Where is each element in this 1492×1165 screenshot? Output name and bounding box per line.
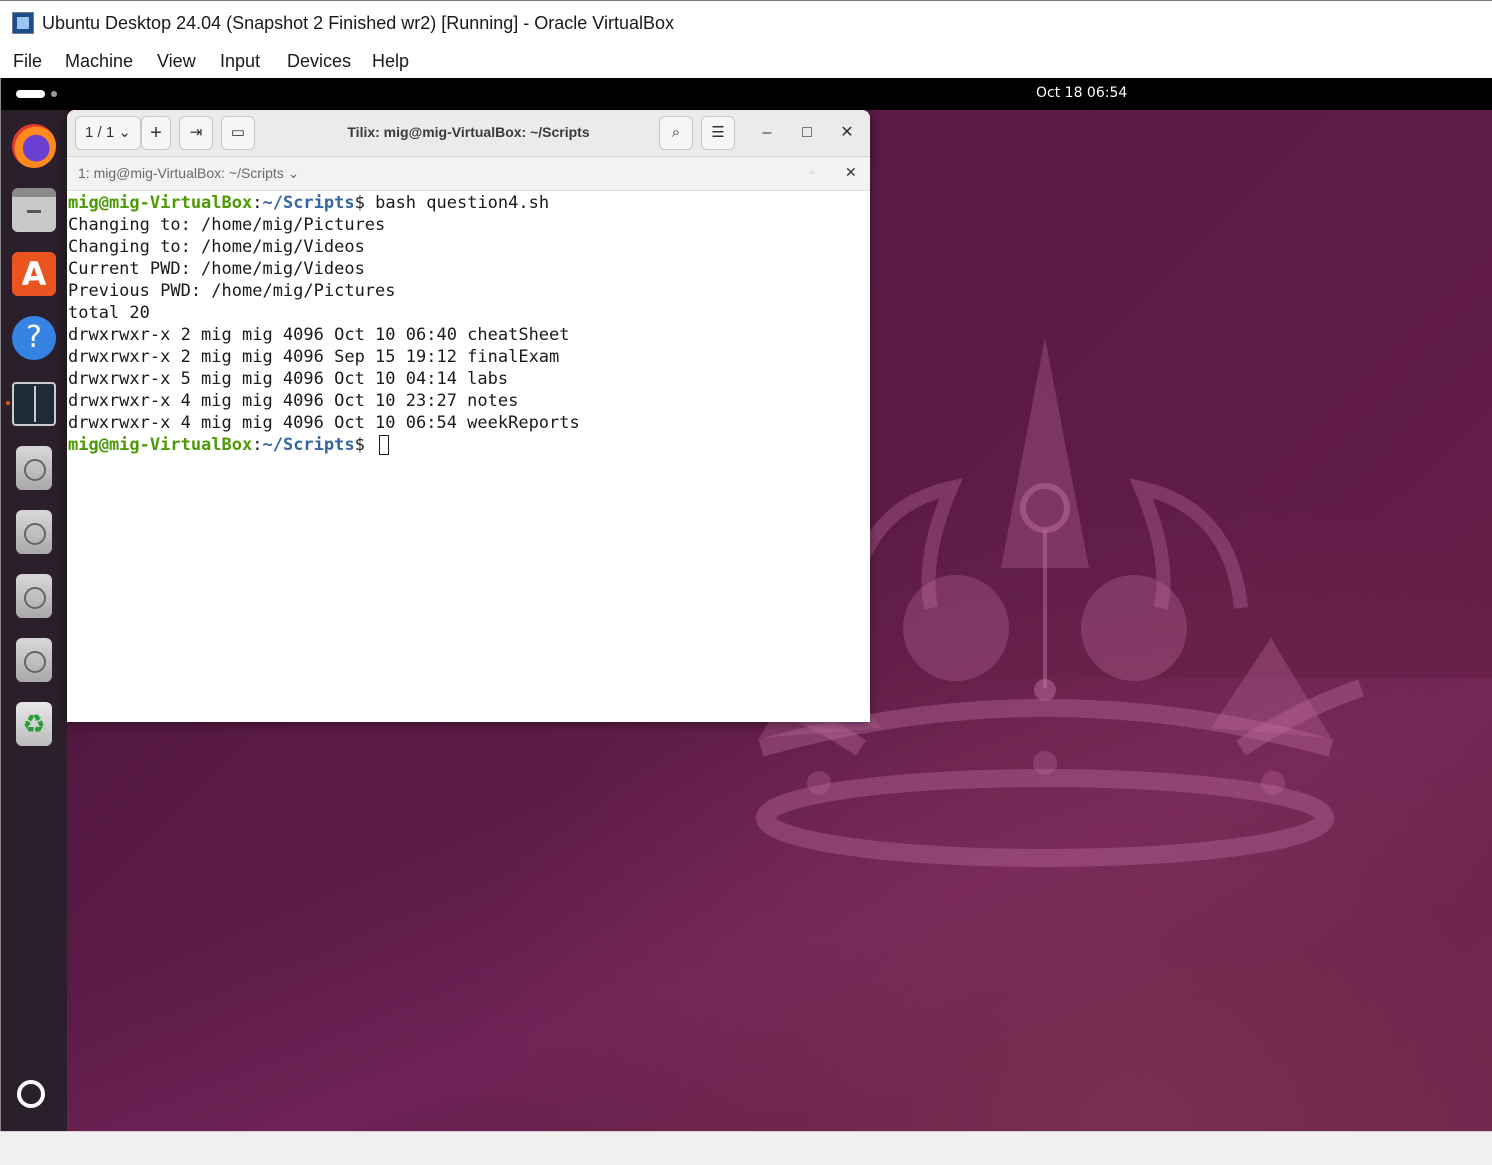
chevron-down-icon: ⌄ [118,124,131,141]
disc-icon[interactable] [16,574,52,618]
output-line: drwxrwxr-x 4 mig mig 4096 Oct 10 06:54 w… [68,413,580,433]
tilix-headerbar: 1 / 1 ⌄ + ⇥ ▭ Tilix: mig@mig-VirtualBox:… [67,110,870,157]
text-cursor [379,435,390,455]
output-line: Previous PWD: /home/mig/Pictures [68,281,396,301]
disc-icon[interactable] [16,446,52,490]
menu-file[interactable]: File [13,51,42,72]
terminal-icon[interactable] [12,382,56,426]
terminal-maximize-icon[interactable]: ▫ [810,165,814,179]
menu-view[interactable]: View [157,51,196,72]
command-line: mig@mig-VirtualBox:~/Scripts$ bash quest… [68,193,550,213]
disc-icon[interactable] [16,638,52,682]
workspace-dot[interactable] [51,91,57,97]
split-down-icon[interactable]: ▭ [221,116,255,150]
prompt-path: ~/Scripts [262,435,355,455]
guest-screen[interactable]: Oct 18 06:54 A ? ♻ 1 / 1 ⌄ + ⇥ ▭ Tilix: … [1,78,1492,1131]
running-indicator [6,401,10,405]
menu-help[interactable]: Help [372,51,409,72]
menu-devices[interactable]: Devices [287,51,351,72]
output-line: total 20 [68,303,150,323]
terminal-titlebar: 1: mig@mig-VirtualBox: ~/Scripts ⌄ ▫ ✕ [67,157,870,191]
output-line: drwxrwxr-x 4 mig mig 4096 Oct 10 23:27 n… [68,391,519,411]
output-line: drwxrwxr-x 2 mig mig 4096 Sep 15 19:12 f… [68,347,560,367]
app-center-icon[interactable]: A [12,252,56,296]
prompt-suffix: $ [354,435,376,455]
help-icon[interactable]: ? [12,316,56,360]
activities-indicator[interactable] [16,90,45,98]
minimize-button[interactable]: – [756,122,778,144]
terminal-title[interactable]: 1: mig@mig-VirtualBox: ~/Scripts ⌄ [78,165,299,182]
add-session-button[interactable]: + [141,116,171,150]
virtualbox-icon [12,12,34,34]
session-counter: 1 / 1 [85,124,115,141]
terminal-pane[interactable]: mig@mig-VirtualBox:~/Scripts$ bash quest… [67,191,870,722]
menu-bar: File Machine View Input Devices Help [0,46,1492,78]
output-line: drwxrwxr-x 2 mig mig 4096 Oct 10 06:40 c… [68,325,570,345]
disc-icon[interactable] [16,510,52,554]
virtualbox-titlebar: Ubuntu Desktop 24.04 (Snapshot 2 Finishe… [0,0,1492,46]
output-line: Changing to: /home/mig/Videos [68,237,365,257]
virtualbox-statusbar [0,1131,1492,1165]
prompt-suffix: $ [354,193,376,213]
trash-icon[interactable]: ♻ [16,702,52,746]
close-button[interactable]: ✕ [836,122,858,144]
hamburger-menu-icon[interactable]: ☰ [701,116,735,150]
firefox-icon[interactable] [12,124,56,168]
output-line: Current PWD: /home/mig/Videos [68,259,365,279]
command-text: bash question4.sh [375,193,550,213]
clock[interactable]: Oct 18 06:54 [1036,85,1127,101]
output-line: Changing to: /home/mig/Pictures [68,215,386,235]
gnome-top-bar: Oct 18 06:54 [1,78,1492,110]
host-border [0,78,1,1132]
session-switcher-button[interactable]: 1 / 1 ⌄ [75,116,141,150]
window-title: Ubuntu Desktop 24.04 (Snapshot 2 Finishe… [42,13,675,33]
show-apps-icon[interactable] [17,1080,45,1108]
prompt-path: ~/Scripts [262,193,355,213]
search-icon[interactable]: ⌕ [659,116,693,150]
files-icon[interactable] [12,188,56,232]
split-right-icon[interactable]: ⇥ [179,116,213,150]
menu-machine[interactable]: Machine [65,51,133,72]
output-line: drwxrwxr-x 5 mig mig 4096 Oct 10 04:14 l… [68,369,509,389]
tilix-window[interactable]: 1 / 1 ⌄ + ⇥ ▭ Tilix: mig@mig-VirtualBox:… [67,110,870,722]
menu-input[interactable]: Input [220,51,260,72]
chevron-down-icon: ⌄ [287,165,300,181]
terminal-close-button[interactable]: ✕ [845,164,857,181]
prompt-user: mig@mig-VirtualBox [68,435,253,455]
dock: A ? ♻ [1,110,67,1131]
prompt-user: mig@mig-VirtualBox [68,193,253,213]
maximize-button[interactable]: □ [796,122,818,144]
prompt-line[interactable]: mig@mig-VirtualBox:~/Scripts$ [68,434,390,456]
